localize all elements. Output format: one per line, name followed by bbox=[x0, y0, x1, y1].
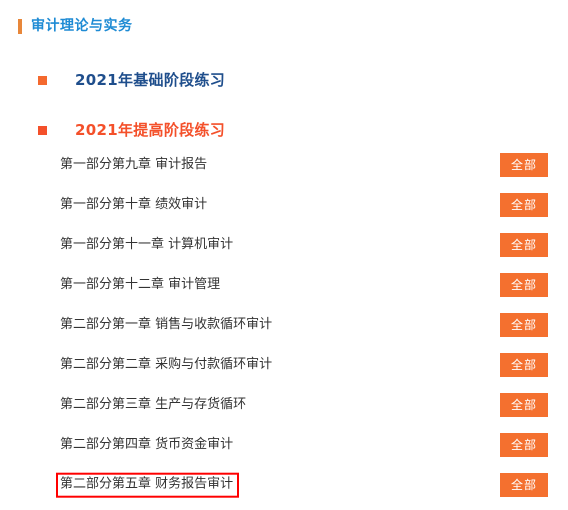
title-accent-bar bbox=[18, 18, 22, 34]
chapter-row[interactable]: 第二部分第四章 货币资金审计 全部 bbox=[0, 425, 568, 465]
chapter-row-highlighted[interactable]: 第二部分第五章 财务报告审计 全部 bbox=[0, 465, 568, 505]
view-all-button[interactable]: 全部 bbox=[500, 233, 548, 257]
square-bullet-icon bbox=[38, 75, 47, 85]
chapter-title[interactable]: 第二部分第二章 采购与付款循环审计 bbox=[58, 356, 274, 374]
section-label-basic: 2021年基础阶段练习 bbox=[75, 70, 226, 89]
chapter-title[interactable]: 第二部分第一章 销售与收款循环审计 bbox=[58, 316, 274, 334]
square-bullet-icon bbox=[38, 125, 47, 135]
section-header-basic[interactable]: 2021年基础阶段练习 bbox=[38, 70, 225, 90]
chapter-row[interactable]: 第一部分第十章 绩效审计 全部 bbox=[0, 185, 568, 225]
view-all-button[interactable]: 全部 bbox=[500, 313, 548, 337]
chapter-row[interactable]: 第一部分第九章 审计报告 全部 bbox=[0, 145, 568, 185]
chapter-row[interactable]: 第一部分第十一章 计算机审计 全部 bbox=[0, 225, 568, 265]
page-title: 审计理论与实务 bbox=[31, 18, 133, 34]
chapter-row[interactable]: 第二部分第一章 销售与收款循环审计 全部 bbox=[0, 305, 568, 345]
view-all-button[interactable]: 全部 bbox=[500, 353, 548, 377]
view-all-button[interactable]: 全部 bbox=[500, 273, 548, 297]
chapter-row[interactable]: 第二部分第三章 生产与存货循环 全部 bbox=[0, 385, 568, 425]
section-header-advanced[interactable]: 2021年提高阶段练习 bbox=[38, 120, 225, 140]
chapter-row[interactable]: 第一部分第十二章 审计管理 全部 bbox=[0, 265, 568, 305]
chapter-title[interactable]: 第二部分第三章 生产与存货循环 bbox=[58, 396, 248, 414]
chapter-title[interactable]: 第一部分第九章 审计报告 bbox=[58, 156, 209, 174]
chapter-title[interactable]: 第一部分第十二章 审计管理 bbox=[58, 276, 222, 294]
view-all-button[interactable]: 全部 bbox=[500, 433, 548, 457]
view-all-button[interactable]: 全部 bbox=[500, 473, 548, 497]
chapter-title[interactable]: 第一部分第十一章 计算机审计 bbox=[58, 236, 235, 254]
chapter-row[interactable]: 第二部分第二章 采购与付款循环审计 全部 bbox=[0, 345, 568, 385]
page-header: 审计理论与实务 bbox=[18, 16, 133, 36]
chapter-list: 第一部分第九章 审计报告 全部 第一部分第十章 绩效审计 全部 第一部分第十一章… bbox=[0, 145, 568, 505]
chapter-title[interactable]: 第二部分第四章 货币资金审计 bbox=[58, 436, 235, 454]
chapter-title[interactable]: 第二部分第五章 财务报告审计 bbox=[56, 472, 240, 498]
view-all-button[interactable]: 全部 bbox=[500, 393, 548, 417]
section-label-advanced: 2021年提高阶段练习 bbox=[75, 120, 226, 139]
view-all-button[interactable]: 全部 bbox=[500, 153, 548, 177]
chapter-title[interactable]: 第一部分第十章 绩效审计 bbox=[58, 196, 209, 214]
view-all-button[interactable]: 全部 bbox=[500, 193, 548, 217]
